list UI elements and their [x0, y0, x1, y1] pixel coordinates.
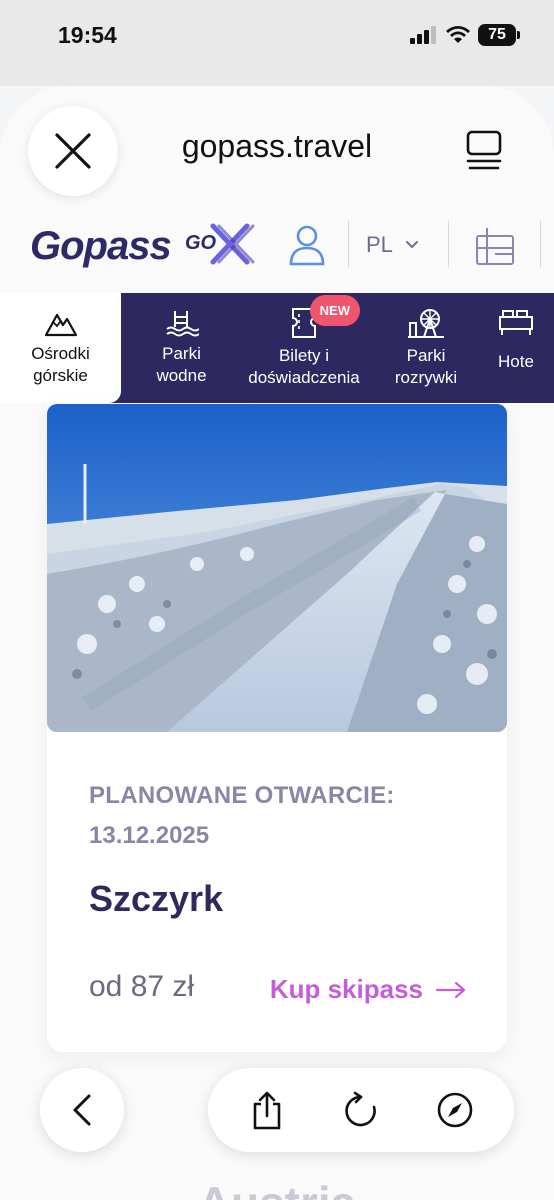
category-label-line2: rozrywki [394, 368, 458, 387]
reload-icon [345, 1091, 376, 1127]
language-label: PL [366, 232, 393, 257]
category-label-line2: wodne [156, 366, 207, 385]
header-divider [348, 220, 349, 268]
status-icons: 75 [410, 24, 520, 46]
category-tickets-experiences[interactable]: NEW Bilety i doświadczenia [242, 293, 366, 403]
tabs-icon [466, 130, 502, 170]
category-hotels[interactable]: Hote [486, 293, 554, 403]
resort-name: Szczyrk [89, 878, 224, 919]
opening-label: PLANOWANE OTWARCIE: [89, 782, 395, 809]
compass-button[interactable] [433, 1088, 477, 1132]
new-badge: NEW [309, 295, 360, 326]
category-label-line2: doświadczenia [248, 368, 360, 387]
back-button[interactable] [40, 1068, 124, 1152]
svg-text:GO: GO [185, 232, 217, 254]
gox-logo[interactable]: GO [185, 222, 257, 266]
browser-sheet: gopass.travel Gopass GO PL Ośrodki górsk… [0, 86, 554, 1200]
chevron-left-icon [73, 1094, 91, 1126]
category-label-line1: Parki [406, 346, 446, 365]
price: od 87 zł [89, 970, 195, 1003]
header-divider [540, 220, 541, 268]
resort-photo [47, 404, 507, 732]
ferris-wheel-icon [408, 309, 444, 338]
category-label-line1: Hote [498, 352, 534, 371]
opening-date: 13.12.2025 [89, 822, 210, 849]
category-label-line1: Ośrodki [31, 344, 90, 363]
category-label-line1: Bilety i [278, 346, 330, 365]
pool-icon [165, 311, 199, 337]
share-icon [253, 1091, 281, 1130]
category-label-line2: górskie [33, 366, 88, 385]
share-button[interactable] [245, 1088, 289, 1132]
site-header: Gopass GO PL [0, 214, 554, 280]
status-bar: 19:54 75 [0, 0, 554, 86]
buy-skipass-link[interactable]: Kup skipass [270, 974, 467, 1005]
status-time: 19:54 [58, 22, 117, 48]
category-nav: Ośrodki górskie Parki wodne NEW Bilety i [0, 293, 554, 403]
section-title: Austria [0, 1176, 554, 1200]
category-mountain-resorts[interactable]: Ośrodki górskie [0, 293, 121, 403]
battery-indicator: 75 [478, 24, 520, 46]
chevron-down-icon [405, 241, 418, 249]
resort-card[interactable]: PLANOWANE OTWARCIE: 13.12.2025 Szczyrk o… [47, 404, 507, 1052]
category-amusement-parks[interactable]: Parki rozrywki [366, 293, 486, 403]
wifi-icon [446, 26, 470, 43]
category-water-parks[interactable]: Parki wodne [121, 293, 242, 403]
buy-skipass-label: Kup skipass [269, 974, 423, 1004]
compass-icon [437, 1092, 473, 1128]
arrow-right-icon [435, 981, 466, 998]
gopass-logo[interactable]: Gopass [30, 224, 172, 269]
mountain-icon [44, 313, 77, 337]
reload-button[interactable] [339, 1088, 383, 1132]
cellular-signal-icon [410, 26, 436, 44]
cart-icon[interactable] [473, 224, 517, 268]
user-account-icon[interactable] [288, 224, 326, 266]
header-divider [448, 220, 449, 268]
language-selector[interactable]: PL [366, 232, 419, 258]
tabs-button[interactable] [466, 130, 502, 172]
browser-action-bar [208, 1068, 514, 1152]
bed-icon [499, 310, 533, 335]
category-label-line1: Parki [162, 344, 201, 363]
